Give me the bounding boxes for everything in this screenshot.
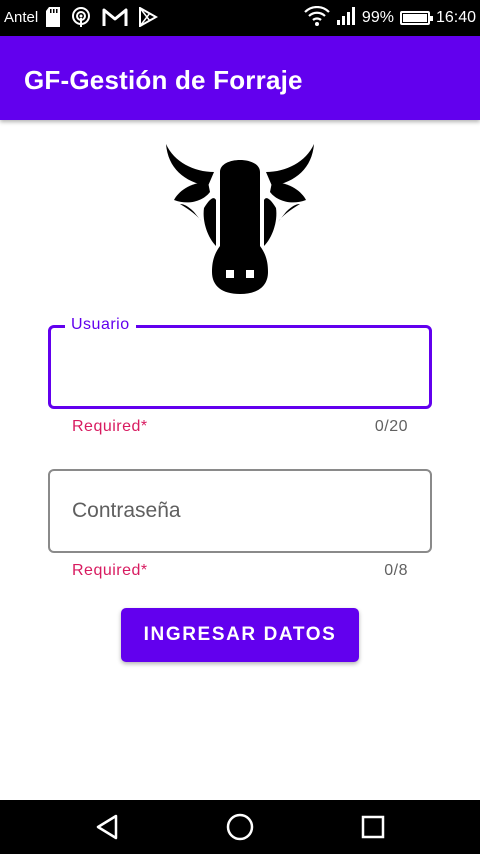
contrasena-field[interactable]: Contraseña bbox=[48, 469, 432, 553]
cow-head-icon bbox=[164, 142, 316, 296]
recents-icon[interactable] bbox=[343, 800, 403, 854]
sd-card-icon bbox=[46, 7, 60, 31]
system-icons: 99% 16:40 bbox=[304, 5, 476, 30]
navigation-bar bbox=[0, 800, 480, 854]
contrasena-input[interactable] bbox=[50, 471, 430, 551]
signal-icon bbox=[336, 6, 356, 30]
gmail-icon bbox=[102, 7, 128, 31]
app-bar: GF-Gestión de Forraje bbox=[0, 36, 480, 120]
wifi-icon bbox=[304, 5, 330, 30]
hotspot-icon bbox=[70, 6, 92, 32]
carrier-name: Antel bbox=[4, 9, 39, 26]
usuario-input[interactable] bbox=[51, 328, 429, 406]
usuario-required-text: Required* bbox=[72, 418, 148, 435]
play-store-icon bbox=[138, 6, 159, 31]
usuario-field[interactable]: Usuario bbox=[48, 316, 432, 409]
battery-percentage: 99% bbox=[361, 9, 394, 26]
battery-icon bbox=[399, 11, 433, 25]
home-icon[interactable] bbox=[210, 800, 270, 854]
back-icon[interactable] bbox=[77, 800, 137, 854]
notification-icons bbox=[46, 6, 159, 32]
app-title: GF-Gestión de Forraje bbox=[24, 65, 303, 95]
contrasena-char-counter: 0/8 bbox=[384, 562, 408, 579]
ingresar-datos-button[interactable]: INGRESAR DATOS bbox=[121, 608, 359, 662]
usuario-char-counter: 0/20 bbox=[374, 418, 408, 435]
contrasena-required-text: Required* bbox=[72, 562, 148, 579]
status-bar: Antel 99% 16:40 bbox=[0, 0, 480, 36]
clock: 16:40 bbox=[435, 9, 476, 26]
